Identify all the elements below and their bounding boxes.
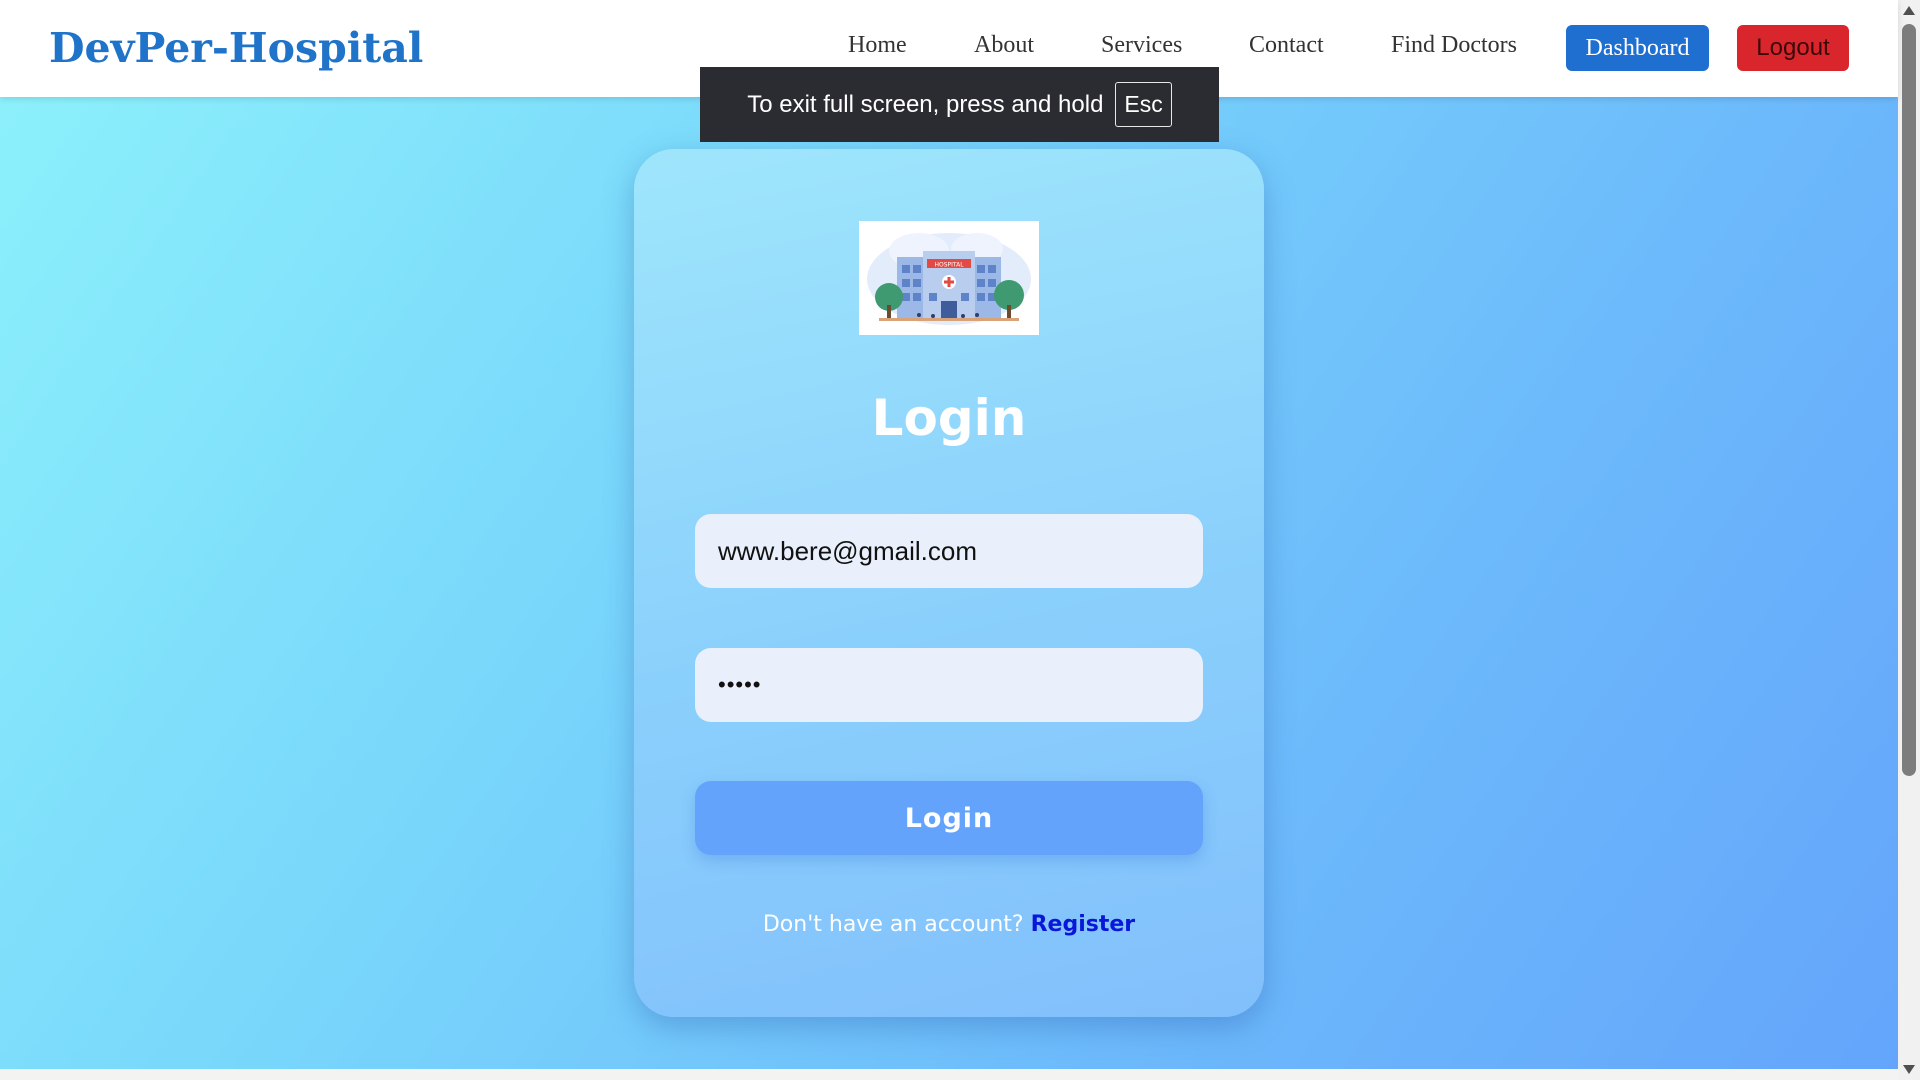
password-field[interactable] xyxy=(695,648,1203,722)
login-title: Login xyxy=(871,389,1027,447)
register-link[interactable]: Register xyxy=(1031,912,1136,937)
register-prompt-text: Don't have an account? xyxy=(762,912,1024,937)
email-field[interactable] xyxy=(695,514,1203,588)
login-button[interactable]: Login xyxy=(695,781,1203,855)
logout-button[interactable]: Logout xyxy=(1737,25,1849,71)
nav-link-about[interactable]: About xyxy=(974,32,1034,59)
scroll-down-arrow-icon[interactable] xyxy=(1903,1065,1915,1074)
dashboard-button[interactable]: Dashboard xyxy=(1566,25,1709,71)
scroll-up-arrow-icon[interactable] xyxy=(1903,6,1915,15)
login-card: HOSPITAL Login www.bere@gmail.com ••••• … xyxy=(634,149,1264,1017)
fullscreen-notice-text: To exit full screen, press and hold xyxy=(747,90,1104,118)
register-prompt-row: Don't have an account? Register xyxy=(634,912,1264,937)
esc-key-badge: Esc xyxy=(1115,82,1172,127)
footer-strip xyxy=(0,1069,1898,1080)
hospital-building-icon: HOSPITAL xyxy=(867,233,1031,325)
brand-logo[interactable]: DevPer-Hospital xyxy=(49,24,423,72)
nav-link-services[interactable]: Services xyxy=(1101,32,1182,59)
scrollbar-thumb[interactable] xyxy=(1902,24,1916,776)
hospital-illustration: HOSPITAL xyxy=(859,221,1039,335)
hospital-sign-text: HOSPITAL xyxy=(934,262,964,269)
nav-link-home[interactable]: Home xyxy=(848,32,907,59)
vertical-scrollbar[interactable] xyxy=(1898,0,1920,1080)
fullscreen-exit-notice: To exit full screen, press and hold Esc xyxy=(700,67,1219,142)
nav-link-contact[interactable]: Contact xyxy=(1249,32,1324,59)
nav-link-find-doctors[interactable]: Find Doctors xyxy=(1391,32,1517,59)
